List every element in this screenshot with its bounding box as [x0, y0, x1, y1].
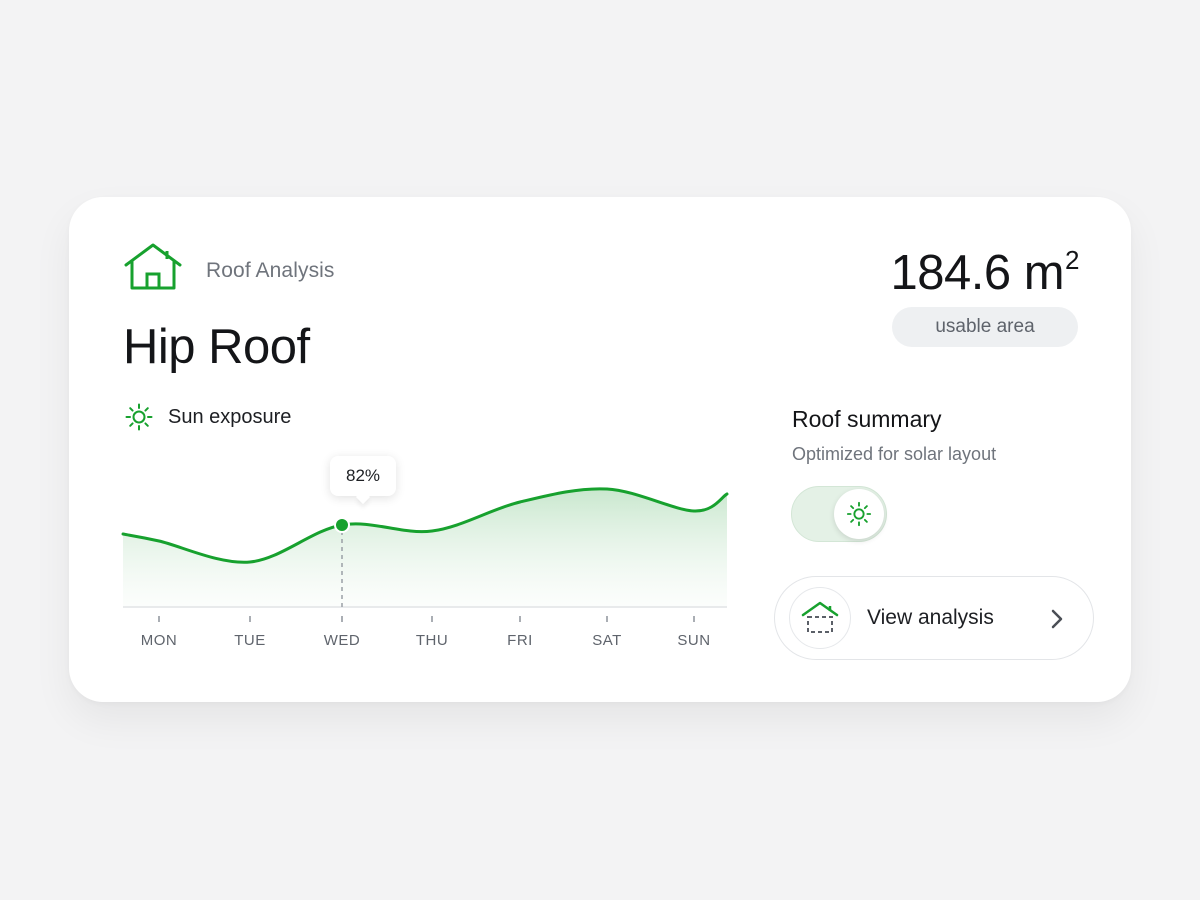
- view-analysis-icon-wrap: [789, 587, 851, 649]
- highlight-tooltip: 82%: [330, 456, 396, 496]
- roof-analysis-card: Roof Analysis Hip Roof 184.6 m2 usable a…: [69, 197, 1131, 702]
- solar-layout-toggle[interactable]: [791, 486, 887, 542]
- x-label-tue: TUE: [234, 632, 266, 649]
- x-label-sat: SAT: [592, 632, 622, 649]
- house-icon: [124, 243, 182, 290]
- chevron-right-icon: [1051, 609, 1063, 629]
- area-number: 184.6 m: [890, 246, 1065, 300]
- sun-exposure-label: Sun exposure: [168, 405, 292, 428]
- x-label-mon: MON: [140, 632, 178, 649]
- sun-exposure-chart-svg: [121, 487, 729, 622]
- area-unit-superscript: 2: [1065, 245, 1079, 275]
- x-label-thu: THU: [415, 632, 449, 649]
- sun-icon: [846, 501, 872, 527]
- roof-summary-title: Roof summary: [792, 406, 942, 432]
- usable-area-value: 184.6 m2: [890, 245, 1079, 301]
- toggle-knob[interactable]: [834, 489, 884, 539]
- roof-type-title: Hip Roof: [123, 320, 310, 374]
- usable-area-badge: usable area: [892, 307, 1078, 347]
- sun-exposure-header: Sun exposure: [125, 403, 291, 431]
- view-analysis-label: View analysis: [867, 606, 994, 629]
- highlight-point[interactable]: [334, 517, 350, 533]
- x-label-wed: WED: [323, 632, 361, 649]
- card-eyebrow: Roof Analysis: [206, 259, 335, 282]
- exposure-area-fill: [123, 488, 727, 607]
- house-layout-icon: [801, 601, 839, 633]
- x-label-fri: FRI: [507, 632, 533, 649]
- view-analysis-button[interactable]: View analysis: [774, 576, 1094, 660]
- sun-exposure-chart: 82% MON TUE WED THU FRI SAT SUN: [121, 452, 729, 662]
- sun-icon: [125, 403, 153, 431]
- x-label-sun: SUN: [677, 632, 711, 649]
- roof-summary-subtitle: Optimized for solar layout: [792, 444, 997, 464]
